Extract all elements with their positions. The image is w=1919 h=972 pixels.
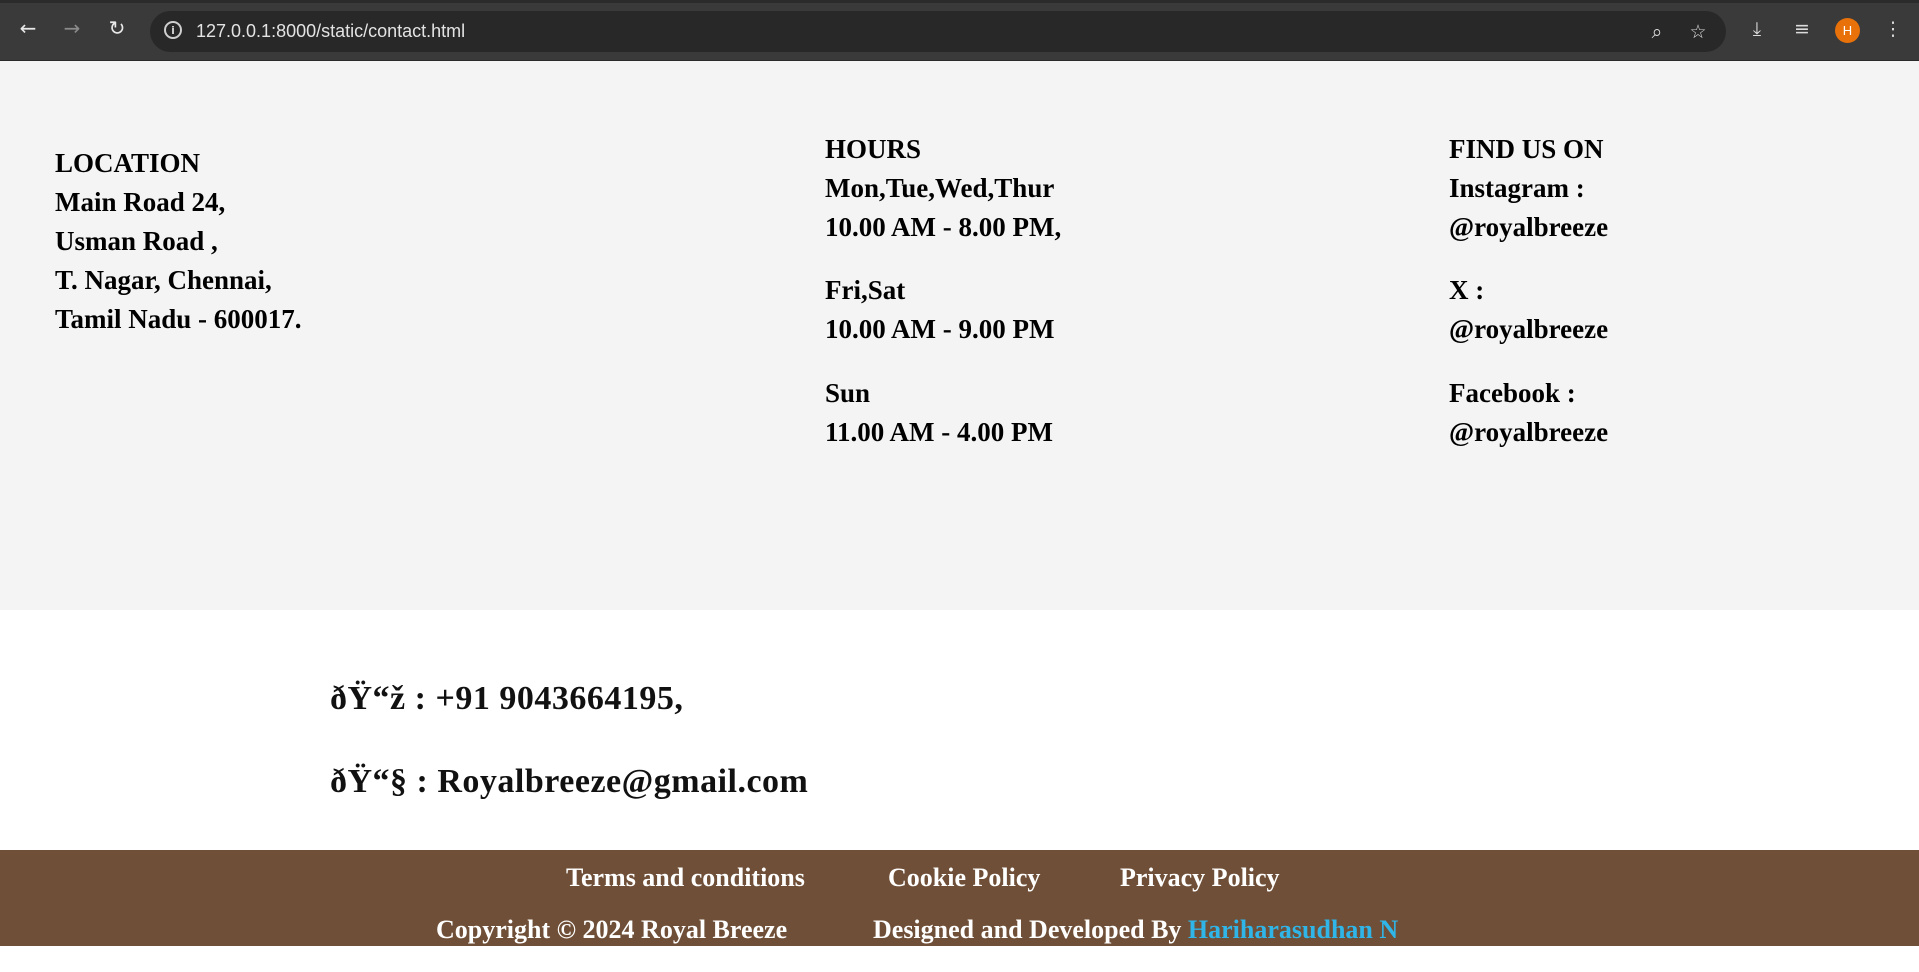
credits-text: Designed and Developed By Hariharasudhan… (873, 915, 1398, 945)
tab-strip (0, 0, 1919, 3)
social-handle[interactable]: @royalbreeze (1449, 208, 1608, 247)
hours-time: 10.00 AM - 9.00 PM (825, 314, 1055, 344)
site-footer: Terms and conditions Cookie Policy Priva… (0, 850, 1919, 946)
reload-icon[interactable]: ↻ (103, 14, 131, 42)
hours-time: 10.00 AM - 8.00 PM, (825, 212, 1062, 242)
download-icon[interactable]: ⤓ (1744, 16, 1770, 42)
social-heading: FIND US ON (1449, 134, 1604, 164)
hours-days: Mon,Tue,Wed,Thur (825, 173, 1055, 203)
social-label: Facebook : (1449, 378, 1576, 408)
address-bar[interactable]: i 127.0.0.1:8000/static/contact.html ⌕ ☆ (150, 11, 1726, 52)
hours-days: Fri,Sat (825, 275, 906, 305)
address-line: Tamil Nadu - 600017. (55, 304, 302, 334)
forward-arrow-icon[interactable]: → (58, 14, 86, 42)
url-text[interactable]: 127.0.0.1:8000/static/contact.html (196, 21, 465, 42)
phone-line: ðŸ“ž : +91 9043664195, (330, 680, 684, 717)
email-line: ðŸ“§ : Royalbreeze@gmail.com (330, 763, 809, 800)
hours-heading: HOURS (825, 134, 922, 164)
profile-avatar[interactable]: H (1835, 18, 1860, 43)
developer-link[interactable]: Hariharasudhan N (1188, 915, 1398, 944)
hours-time: 11.00 AM - 4.00 PM (825, 417, 1053, 447)
info-section: LOCATION Main Road 24, Usman Road , T. N… (0, 61, 1919, 610)
site-info-icon[interactable]: i (164, 21, 182, 39)
address-line: Usman Road , (55, 226, 218, 256)
hours-days: Sun (825, 378, 871, 408)
bookmark-star-icon[interactable]: ☆ (1685, 19, 1711, 45)
hours-column: HOURS Mon,Tue,Wed,Thur 10.00 AM - 8.00 P… (825, 130, 1061, 477)
terms-link[interactable]: Terms and conditions (566, 863, 805, 893)
address-line: T. Nagar, Chennai, (55, 265, 272, 295)
social-label: X : (1449, 275, 1485, 305)
location-column: LOCATION Main Road 24, Usman Road , T. N… (55, 144, 302, 339)
menu-kebab-icon[interactable]: ⋮ (1880, 16, 1906, 42)
zoom-icon[interactable]: ⌕ (1644, 19, 1670, 45)
social-handle[interactable]: @royalbreeze (1449, 310, 1608, 349)
copyright-text: Copyright © 2024 Royal Breeze (436, 915, 788, 944)
location-heading: LOCATION (55, 148, 201, 178)
social-handle[interactable]: @royalbreeze (1449, 413, 1608, 452)
privacy-policy-link[interactable]: Privacy Policy (1120, 863, 1280, 893)
credits-prefix: Designed and Developed By (873, 915, 1182, 944)
social-label: Instagram : (1449, 173, 1585, 203)
browser-toolbar: ← → ↻ i 127.0.0.1:8000/static/contact.ht… (0, 0, 1919, 61)
cookie-policy-link[interactable]: Cookie Policy (888, 863, 1040, 893)
social-column: FIND US ON Instagram : @royalbreeze X : … (1449, 130, 1608, 477)
back-arrow-icon[interactable]: ← (14, 14, 42, 42)
media-queue-icon[interactable]: ≡ (1789, 16, 1815, 42)
address-line: Main Road 24, (55, 187, 226, 217)
